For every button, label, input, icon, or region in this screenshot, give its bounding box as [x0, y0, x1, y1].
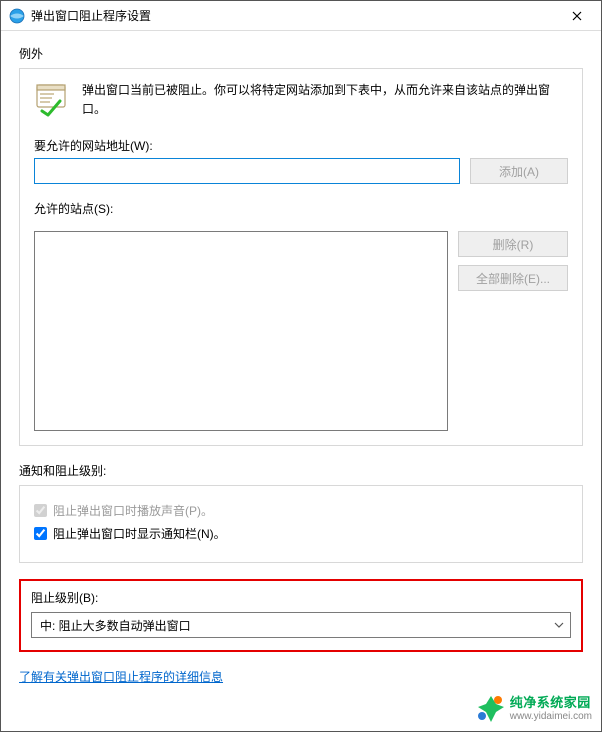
play-sound-checkbox	[34, 504, 47, 517]
show-infobar-row[interactable]: 阻止弹出窗口时显示通知栏(N)。	[34, 525, 568, 542]
remove-button[interactable]: 删除(R)	[458, 231, 568, 257]
intro-row: 弹出窗口当前已被阻止。你可以将特定网站添加到下表中，从而允许来自该站点的弹出窗口…	[34, 81, 568, 119]
more-info-row: 了解有关弹出窗口阻止程序的详细信息	[19, 664, 583, 685]
allowed-sites-listbox[interactable]	[34, 231, 448, 431]
add-button[interactable]: 添加(A)	[470, 158, 568, 184]
blocking-level-label: 阻止级别(B):	[31, 589, 571, 606]
show-infobar-checkbox[interactable]	[34, 527, 47, 540]
window-title: 弹出窗口阻止程序设置	[31, 7, 557, 24]
intro-text: 弹出窗口当前已被阻止。你可以将特定网站添加到下表中，从而允许来自该站点的弹出窗口…	[82, 81, 568, 119]
website-address-input[interactable]	[34, 158, 460, 184]
exceptions-group-label: 例外	[19, 45, 583, 62]
chevron-down-icon	[554, 620, 564, 631]
side-buttons: 删除(R) 全部删除(E)...	[458, 231, 568, 431]
notify-group-label: 通知和阻止级别:	[19, 462, 583, 479]
play-sound-row: 阻止弹出窗口时播放声音(P)。	[34, 502, 568, 519]
address-label: 要允许的网站地址(W):	[34, 137, 568, 154]
blocking-level-select-wrap: 中: 阻止大多数自动弹出窗口	[31, 612, 571, 638]
allowed-row: 删除(R) 全部删除(E)...	[34, 231, 568, 431]
app-globe-icon	[9, 8, 25, 24]
blocking-level-group: 阻止级别(B): 中: 阻止大多数自动弹出窗口	[19, 579, 583, 652]
dialog-content: 例外 弹出窗口当前已被阻止。你可以将特定网站添加到下表中，从而允许来自该站点的弹…	[1, 31, 601, 731]
show-infobar-label: 阻止弹出窗口时显示通知栏(N)。	[53, 525, 226, 542]
play-sound-label: 阻止弹出窗口时播放声音(P)。	[53, 502, 213, 519]
titlebar: 弹出窗口阻止程序设置	[1, 1, 601, 31]
popup-blocked-icon	[34, 81, 70, 117]
blocking-level-selected: 中: 阻止大多数自动弹出窗口	[40, 617, 191, 634]
notify-group: 阻止弹出窗口时播放声音(P)。 阻止弹出窗口时显示通知栏(N)。	[19, 485, 583, 563]
allowed-sites-label: 允许的站点(S):	[34, 200, 568, 217]
blocking-level-select[interactable]: 中: 阻止大多数自动弹出窗口	[31, 612, 571, 638]
close-button[interactable]	[557, 2, 597, 30]
more-info-link[interactable]: 了解有关弹出窗口阻止程序的详细信息	[19, 670, 223, 684]
remove-all-button[interactable]: 全部删除(E)...	[458, 265, 568, 291]
exceptions-group: 弹出窗口当前已被阻止。你可以将特定网站添加到下表中，从而允许来自该站点的弹出窗口…	[19, 68, 583, 446]
address-row: 添加(A)	[34, 158, 568, 184]
dialog-window: 弹出窗口阻止程序设置 例外 弹出	[0, 0, 602, 732]
